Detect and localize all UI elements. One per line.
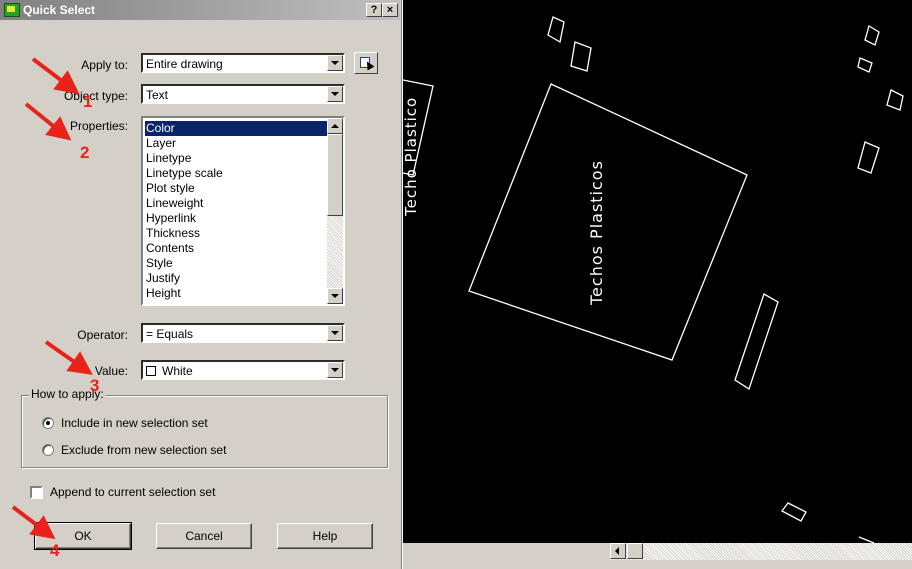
annotation-arrows bbox=[11, 57, 93, 540]
small-rectangle-shape[interactable] bbox=[857, 141, 880, 174]
drawing-canvas[interactable]: Techos Plasticos Techo Plastico bbox=[403, 0, 912, 543]
small-square-shape[interactable] bbox=[857, 57, 873, 73]
large-rectangle-shape[interactable] bbox=[468, 83, 748, 361]
small-square-shape[interactable] bbox=[570, 41, 592, 72]
drawing-geometry: Techos Plasticos Techo Plastico bbox=[403, 16, 904, 543]
slim-rectangle-shape[interactable] bbox=[734, 293, 779, 390]
small-square-shape[interactable] bbox=[781, 502, 807, 522]
drawing-text-side[interactable]: Techo Plastico bbox=[403, 97, 420, 217]
annotation-number-4: 4 bbox=[50, 541, 60, 560]
arrow-2 bbox=[24, 102, 72, 141]
scroll-left-icon[interactable] bbox=[610, 543, 626, 559]
small-square-shape[interactable] bbox=[864, 25, 880, 46]
drawing-text-main[interactable]: Techos Plasticos bbox=[587, 160, 606, 306]
small-square-shape[interactable] bbox=[547, 16, 565, 44]
annotation-number-2: 2 bbox=[80, 143, 90, 162]
horizontal-scrollbar[interactable] bbox=[610, 543, 912, 560]
arrow-4 bbox=[11, 505, 56, 540]
horizontal-scrollbar-area bbox=[403, 543, 912, 569]
arrow-1 bbox=[31, 57, 80, 95]
annotation-number-3: 3 bbox=[90, 376, 100, 395]
annotation-number-1: 1 bbox=[83, 92, 93, 111]
horizontal-scroll-thumb[interactable] bbox=[627, 543, 643, 559]
small-square-shape[interactable] bbox=[886, 89, 904, 111]
arrow-3 bbox=[44, 340, 93, 375]
